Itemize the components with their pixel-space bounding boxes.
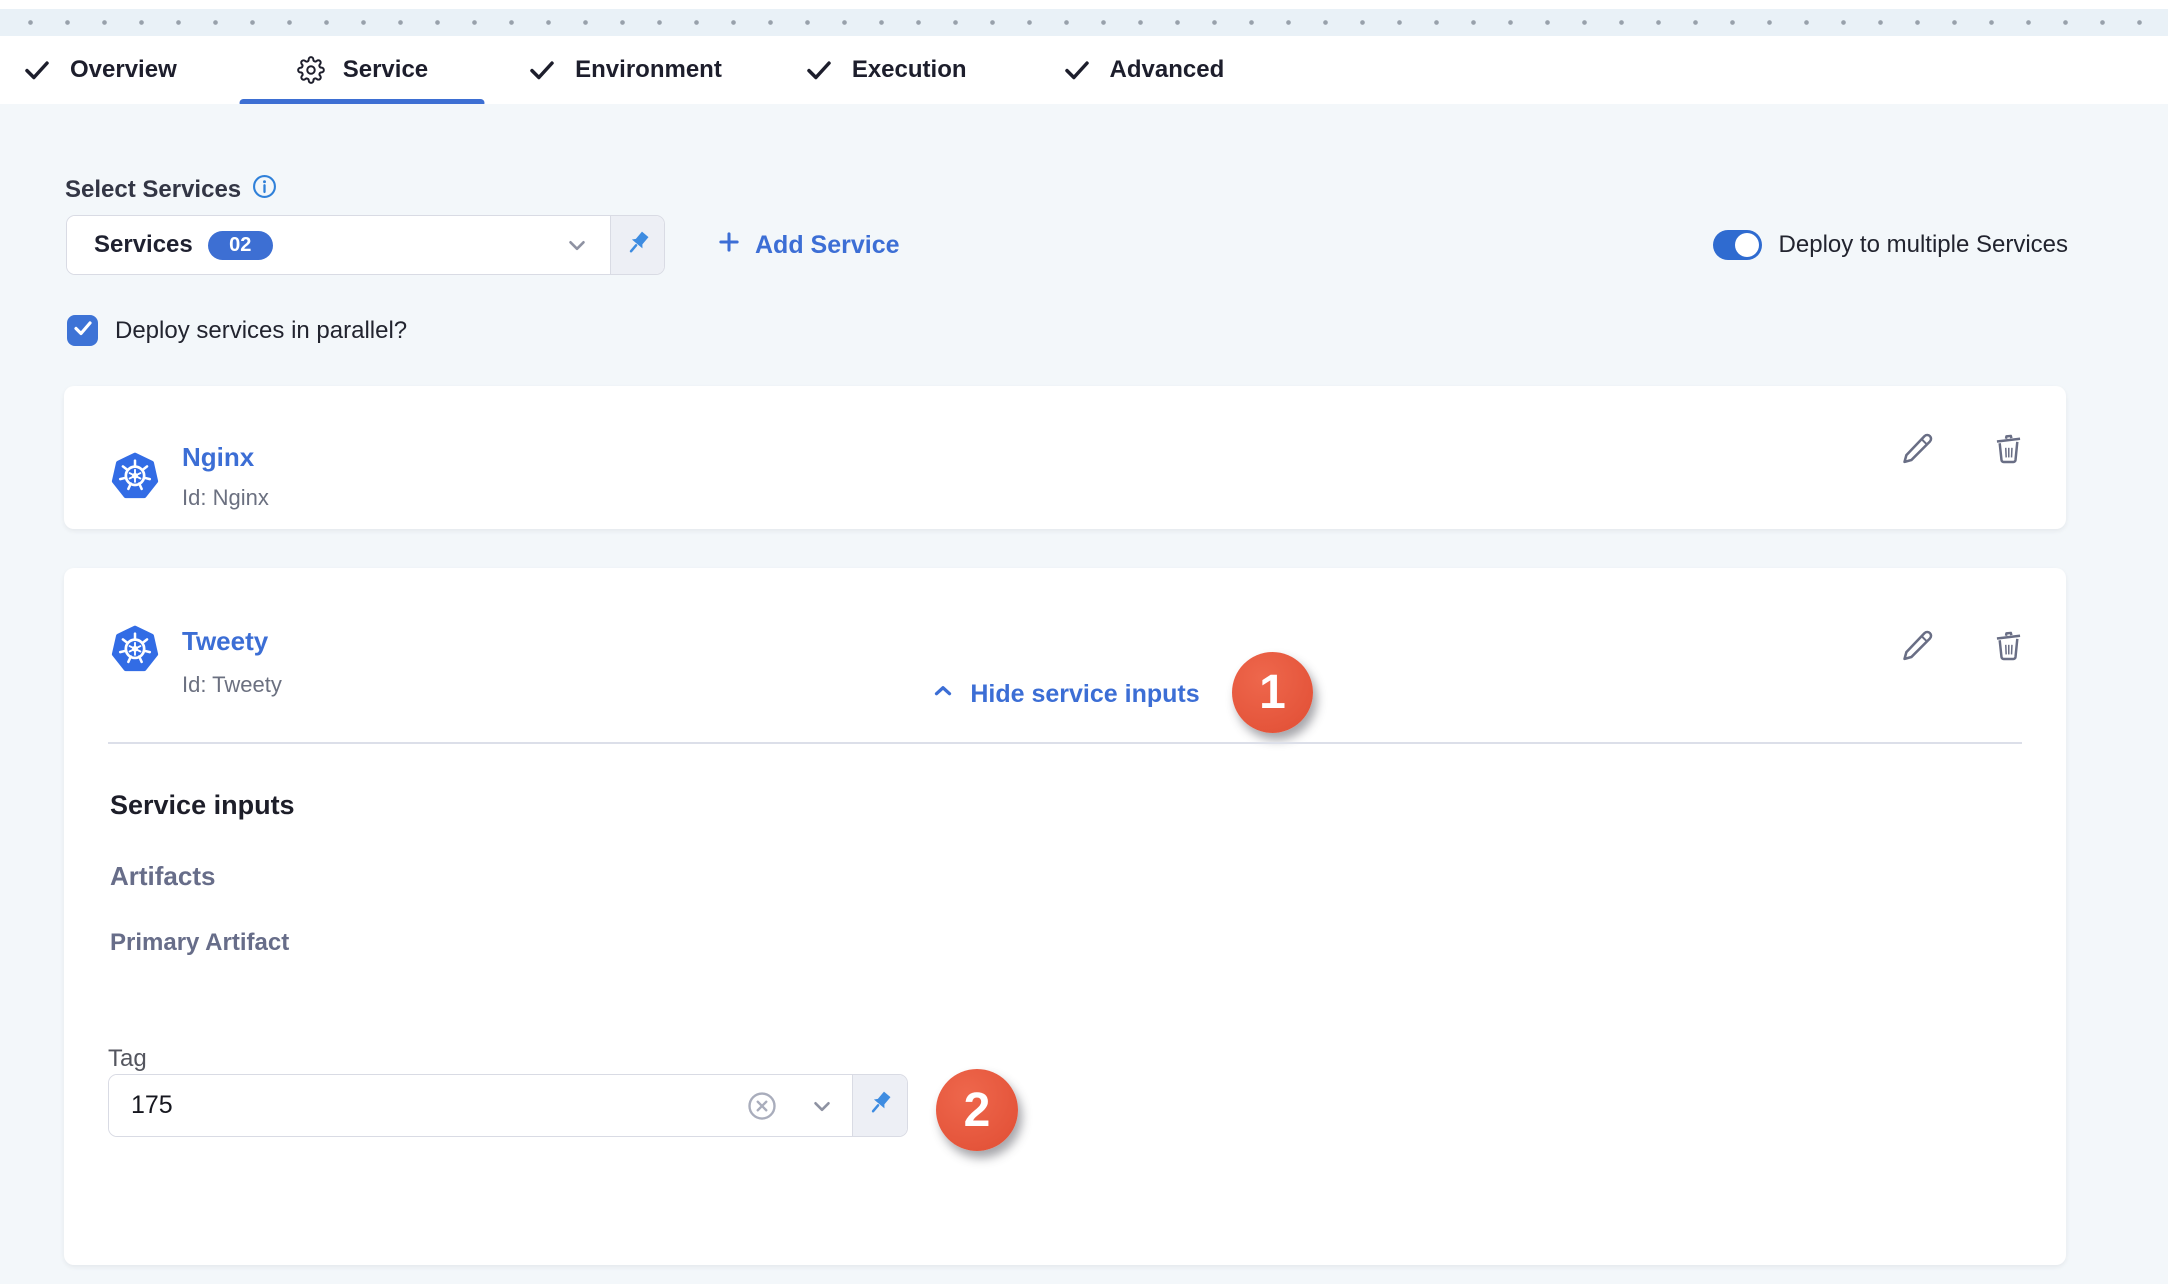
kubernetes-icon: [110, 450, 160, 507]
deploy-multiple-label: Deploy to multiple Services: [1779, 231, 2068, 259]
deploy-parallel-checkbox[interactable]: [67, 315, 98, 346]
stage-tabbar: Overview Service Environment Execution A…: [0, 36, 2168, 104]
service-card-nginx: Nginx Id: Nginx: [64, 386, 2066, 529]
check-icon: [22, 55, 52, 85]
pipeline-canvas-dotted-strip: [0, 9, 2168, 36]
info-icon[interactable]: [252, 174, 277, 206]
tab-label: Execution: [852, 56, 967, 84]
tab-label: Advanced: [1110, 56, 1225, 84]
edit-service-button[interactable]: [1898, 428, 1938, 468]
services-pin-button[interactable]: [610, 216, 664, 274]
deploy-parallel-row: Deploy services in parallel?: [67, 315, 407, 346]
tag-input[interactable]: [109, 1091, 669, 1120]
annotation-step-1: 1: [1232, 652, 1313, 733]
tab-label: Overview: [70, 56, 177, 84]
tab-execution[interactable]: Execution: [804, 36, 967, 104]
service-id: Id: Nginx: [182, 485, 269, 511]
deploy-multiple-toggle[interactable]: [1713, 230, 1762, 260]
card-divider: [108, 742, 2022, 744]
tag-label: Tag: [108, 1045, 147, 1073]
delete-service-button[interactable]: [1988, 428, 2028, 468]
deploy-stage-config-page: Overview Service Environment Execution A…: [0, 0, 2168, 1284]
chevron-up-icon: [930, 678, 956, 711]
check-icon: [804, 55, 834, 85]
edit-service-button[interactable]: [1898, 625, 1938, 665]
annotation-step-2: 2: [936, 1069, 1018, 1151]
tag-field: [109, 1075, 852, 1136]
services-dropdown-row: Services 02: [66, 215, 665, 275]
tab-advanced[interactable]: Advanced: [1062, 36, 1225, 104]
tab-environment[interactable]: Environment: [527, 36, 722, 104]
clear-value-icon[interactable]: [747, 1091, 777, 1121]
service-inputs-title: Service inputs: [110, 790, 295, 821]
hide-service-inputs-link[interactable]: Hide service inputs: [64, 678, 2066, 711]
add-service-button[interactable]: Add Service: [716, 215, 900, 275]
toggle-knob: [1735, 233, 1759, 257]
deploy-parallel-label: Deploy services in parallel?: [115, 317, 407, 345]
delete-service-button[interactable]: [1988, 625, 2028, 665]
service-name-link[interactable]: Tweety: [182, 626, 268, 657]
pin-icon: [623, 228, 653, 263]
services-count-badge: 02: [208, 231, 273, 260]
primary-artifact-heading: Primary Artifact: [110, 929, 289, 957]
services-dropdown-value: Services: [94, 231, 193, 259]
tab-label: Service: [343, 56, 428, 84]
card-actions: [1898, 625, 2028, 665]
services-dropdown[interactable]: Services 02: [66, 215, 665, 275]
tab-overview[interactable]: Overview: [22, 36, 177, 104]
select-services-label: Select Services: [65, 176, 241, 204]
tab-service[interactable]: Service: [297, 36, 428, 104]
tag-input-group: [108, 1074, 908, 1137]
select-services-label-row: Select Services: [65, 174, 277, 206]
service-card-tweety: Tweety Id: Tweety Hide service inputs 1 …: [64, 568, 2066, 1265]
chevron-down-icon[interactable]: [564, 232, 590, 258]
check-icon: [527, 55, 557, 85]
card-actions: [1898, 428, 2028, 468]
tag-pin-button[interactable]: [852, 1075, 907, 1136]
chevron-down-icon[interactable]: [809, 1093, 835, 1119]
tab-label: Environment: [575, 56, 722, 84]
artifacts-heading: Artifacts: [110, 861, 215, 892]
service-tab-content: Select Services Services 02 Add Service: [0, 104, 2168, 1284]
plus-icon: [716, 229, 742, 262]
services-dropdown-main[interactable]: Services 02: [67, 216, 610, 274]
gear-icon: [297, 56, 325, 84]
hide-service-inputs-label: Hide service inputs: [970, 680, 1199, 709]
pin-icon: [865, 1088, 895, 1123]
kubernetes-icon: [110, 623, 160, 680]
service-name-link[interactable]: Nginx: [182, 442, 254, 473]
add-service-label: Add Service: [755, 231, 900, 260]
check-icon: [71, 316, 95, 345]
deploy-multiple-toggle-row: Deploy to multiple Services: [1713, 215, 2068, 275]
check-icon: [1062, 55, 1092, 85]
